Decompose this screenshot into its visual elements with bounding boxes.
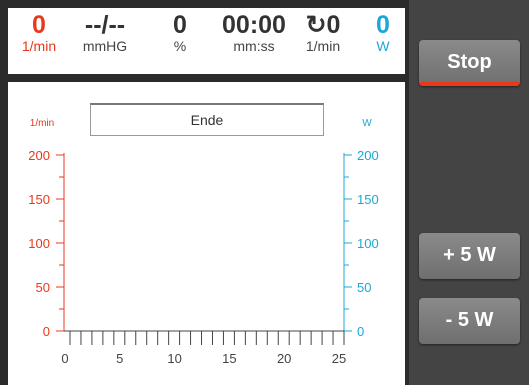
stat-cadence-unit: 1/min bbox=[305, 38, 341, 54]
stat-time: 00:00 mm:ss bbox=[212, 12, 296, 54]
stop-indicator bbox=[419, 82, 520, 86]
stat-cadence-value: ↻0 bbox=[305, 11, 341, 39]
stat-blood-pressure: --/-- mmHG bbox=[70, 12, 140, 54]
right-axis-tick-label: 50 bbox=[357, 280, 371, 295]
stat-power: 0 W bbox=[368, 12, 398, 54]
x-axis-tick-label: 10 bbox=[167, 351, 181, 366]
stat-pulse-value: 0 bbox=[32, 11, 46, 39]
x-axis-tick-label: 0 bbox=[61, 351, 68, 366]
left-axis-tick-label: 100 bbox=[28, 236, 50, 251]
right-axis-tick-label: 150 bbox=[357, 192, 379, 207]
main-frame: 0 1/min --/-- mmHG 0 % 00:00 mm:ss ↻0 1/… bbox=[0, 0, 409, 385]
stat-pulse: 0 1/min bbox=[14, 12, 64, 54]
right-axis-tick-label: 200 bbox=[357, 148, 379, 163]
left-axis-tick-label: 200 bbox=[28, 148, 50, 163]
stat-percent-value: 0 bbox=[173, 11, 187, 39]
minus-5w-button[interactable]: - 5 W bbox=[419, 298, 520, 344]
stat-power-unit: W bbox=[376, 38, 390, 54]
stat-power-value: 0 bbox=[376, 11, 390, 39]
x-axis-tick-label: 5 bbox=[116, 351, 123, 366]
stop-button[interactable]: Stop bbox=[419, 40, 520, 86]
left-axis-tick-label: 50 bbox=[36, 280, 50, 295]
right-axis-label: W bbox=[362, 118, 372, 129]
chart-svg: 1/min W 0 50 100 150 200 0 50 100 150 200 0 5 10 15 20 25 bbox=[28, 118, 379, 366]
stat-percent-unit: % bbox=[173, 38, 187, 54]
chart-panel: Ende 1/min W 0 50 100 150 200 0 50 100 150 200 0 5 10 1… bbox=[8, 82, 405, 385]
stop-button-label: Stop bbox=[447, 51, 492, 73]
x-axis-tick-label: 25 bbox=[332, 351, 346, 366]
side-panel: Stop + 5 W - 5 W bbox=[409, 0, 529, 385]
stat-bp-value: --/-- bbox=[84, 11, 126, 39]
stats-bar: 0 1/min --/-- mmHG 0 % 00:00 mm:ss ↻0 1/… bbox=[8, 8, 405, 74]
stat-cadence: ↻0 1/min bbox=[298, 12, 348, 54]
x-axis-tick-label: 20 bbox=[277, 351, 291, 366]
stat-pulse-unit: 1/min bbox=[21, 38, 57, 54]
left-axis-label: 1/min bbox=[30, 118, 54, 129]
stat-bp-unit: mmHG bbox=[82, 38, 128, 54]
plus-5w-button[interactable]: + 5 W bbox=[419, 233, 520, 279]
stat-time-unit: mm:ss bbox=[233, 38, 275, 54]
stat-percent: 0 % bbox=[158, 12, 202, 54]
right-axis-tick-label: 100 bbox=[357, 236, 379, 251]
x-axis-tick-label: 15 bbox=[222, 351, 236, 366]
stat-time-value: 00:00 bbox=[222, 11, 286, 39]
right-axis-tick-label: 0 bbox=[357, 324, 364, 339]
left-axis-tick-label: 150 bbox=[28, 192, 50, 207]
left-axis-tick-label: 0 bbox=[43, 324, 50, 339]
